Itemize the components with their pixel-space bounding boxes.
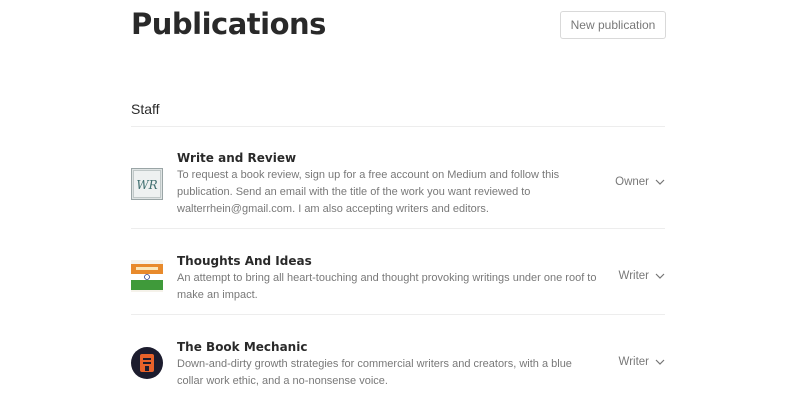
role-label: Writer [618,270,649,282]
publication-description: Down-and-dirty growth strategies for com… [177,358,572,387]
chevron-down-icon [655,179,665,185]
role-label: Owner [615,176,649,188]
write-and-review-logo[interactable]: WR [131,168,163,200]
publication-row: Thoughts And Ideas An attempt to bring a… [131,253,665,305]
publication-description: To request a book review, sign up for a … [177,169,560,215]
publication-row: The Book Mechanic Down-and-dirty growth … [131,339,665,391]
page-title: Publications [131,7,326,41]
publication-name[interactable]: Write and Review [177,150,597,166]
thoughts-and-ideas-logo[interactable] [131,260,163,292]
publication-name[interactable]: The Book Mechanic [177,339,597,355]
section-label-staff: Staff [131,101,160,117]
divider [131,314,665,315]
new-publication-button[interactable]: New publication [560,11,666,39]
role-dropdown[interactable]: Owner [615,176,665,188]
publication-description: An attempt to bring all heart-touching a… [177,272,597,301]
publication-row: WR Write and Review To request a book re… [131,150,665,220]
publication-name[interactable]: Thoughts And Ideas [177,253,597,269]
role-dropdown[interactable]: Writer [619,356,665,368]
divider [131,126,665,127]
chevron-down-icon [655,359,665,365]
chevron-down-icon [655,273,665,279]
role-dropdown[interactable]: Writer [619,270,665,282]
role-label: Writer [618,356,649,368]
divider [131,228,665,229]
book-mechanic-logo[interactable] [131,347,163,379]
avatar-text: WR [136,178,157,192]
